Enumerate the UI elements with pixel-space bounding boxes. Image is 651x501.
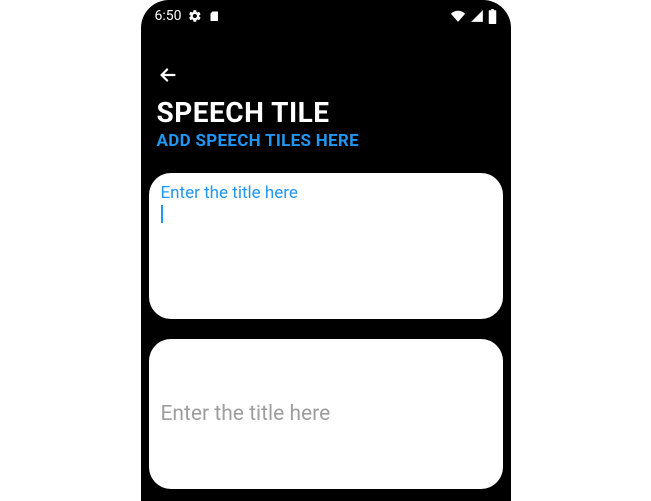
text-cursor — [161, 205, 163, 223]
gear-icon — [188, 9, 202, 23]
signal-icon — [470, 9, 484, 23]
phone-frame: 6:50 SPEECH TILE ADD SPEECH TILES HERE — [141, 0, 511, 501]
speech-tile-input[interactable]: Enter the title here — [149, 339, 503, 489]
sim-icon — [208, 9, 220, 23]
tiles-area: Enter the title here Enter the title her… — [141, 159, 511, 489]
tile-placeholder: Enter the title here — [161, 402, 331, 426]
status-bar-right — [450, 9, 497, 24]
page-subtitle: ADD SPEECH TILES HERE — [157, 131, 495, 151]
app-bar: SPEECH TILE ADD SPEECH TILES HERE — [141, 30, 511, 159]
speech-tile-input[interactable]: Enter the title here — [149, 173, 503, 319]
tile-placeholder: Enter the title here — [161, 183, 491, 203]
status-bar-left: 6:50 — [155, 8, 220, 24]
page-title: SPEECH TILE — [157, 96, 495, 129]
battery-icon — [488, 9, 497, 24]
status-time: 6:50 — [155, 8, 182, 24]
wifi-icon — [450, 9, 466, 23]
back-button[interactable] — [157, 58, 179, 96]
status-bar: 6:50 — [141, 0, 511, 30]
